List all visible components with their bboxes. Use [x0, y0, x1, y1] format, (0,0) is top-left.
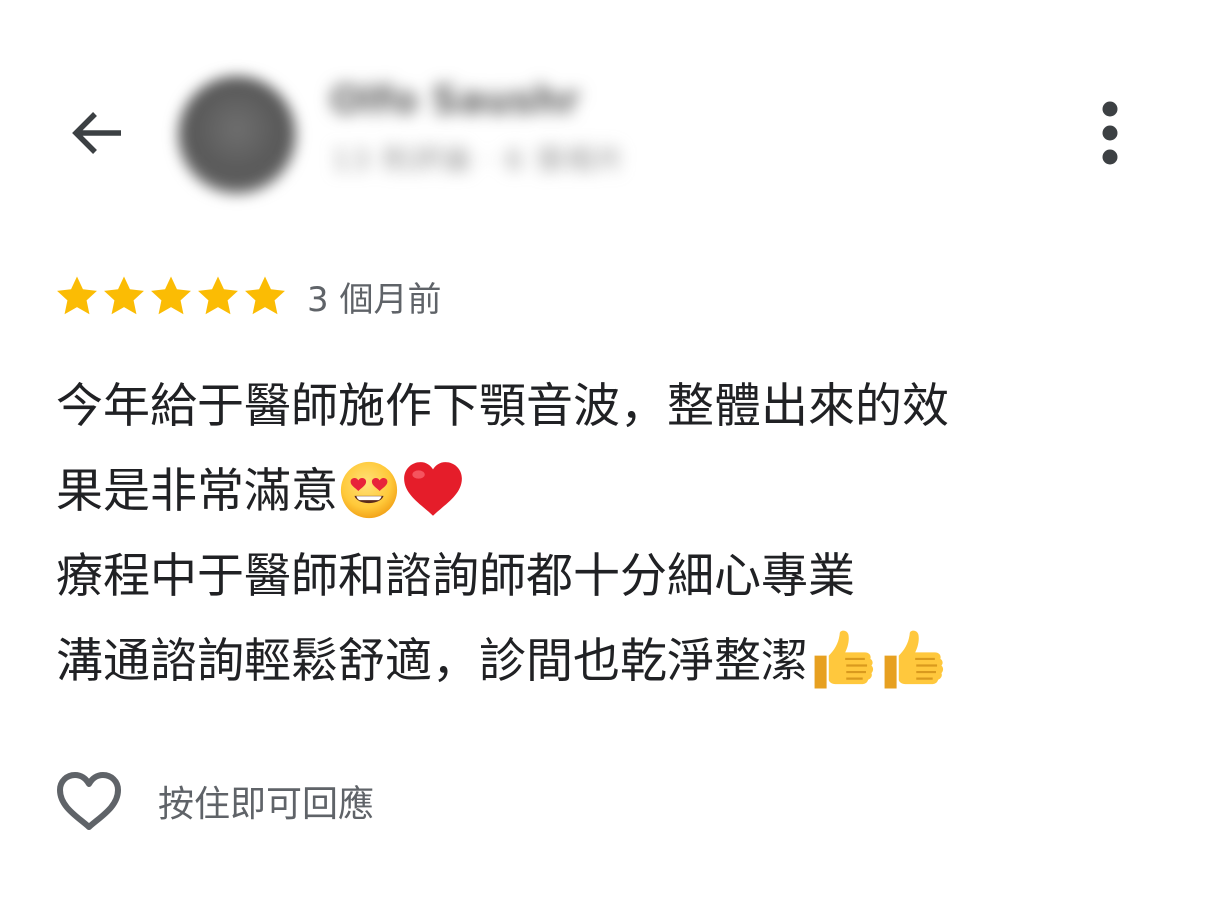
red-heart-icon	[404, 461, 462, 516]
review-line-2-wrap: 果是非常滿意	[56, 449, 1166, 534]
avatar[interactable]	[178, 76, 296, 194]
review-line-4: 溝通諮詢輕鬆舒適，診間也乾淨整潔	[56, 634, 808, 689]
review-line-2: 果是非常滿意	[56, 464, 338, 519]
reply-hint: 按住即可回應	[158, 784, 375, 825]
thumbs-up-icon	[884, 630, 944, 688]
arrow-back-icon	[72, 112, 121, 154]
reviewer-name[interactable]: Olfo Saushr	[330, 78, 580, 122]
more-options-button[interactable]	[1088, 98, 1132, 168]
star-icon	[245, 276, 285, 315]
more-vertical-icon	[1102, 101, 1118, 165]
star-icon	[104, 276, 144, 315]
review-time: 3 個月前	[307, 279, 442, 320]
review-header: Olfo Saushr 13 則評論 · 6 張相片	[0, 0, 1206, 240]
star-icon	[198, 276, 238, 315]
star-rating	[54, 273, 289, 319]
review-line-3: 療程中于醫師和諮詢師都十分細心專業	[56, 549, 855, 604]
reviewer-meta: 13 則評論 · 6 張相片	[332, 143, 626, 176]
smiling-face-with-heart-eyes-icon	[340, 461, 398, 518]
reaction-row: 按住即可回應	[52, 766, 374, 836]
star-icon	[57, 276, 97, 315]
back-button[interactable]	[62, 98, 132, 168]
like-button[interactable]	[52, 766, 126, 836]
heart-outline-icon	[57, 772, 121, 830]
thumbs-up-icon	[814, 630, 874, 688]
review-line-1: 今年給于醫師施作下顎音波，整體出來的效	[56, 379, 949, 434]
rating-row: 3 個月前	[54, 270, 441, 322]
review-text: 今年給于醫師施作下顎音波，整體出來的效 果是非常滿意 療程中于醫師和諮詢師都十分…	[56, 364, 1166, 704]
star-icon	[151, 276, 191, 315]
review-line-4-wrap: 溝通諮詢輕鬆舒適，診間也乾淨整潔	[56, 619, 1166, 704]
